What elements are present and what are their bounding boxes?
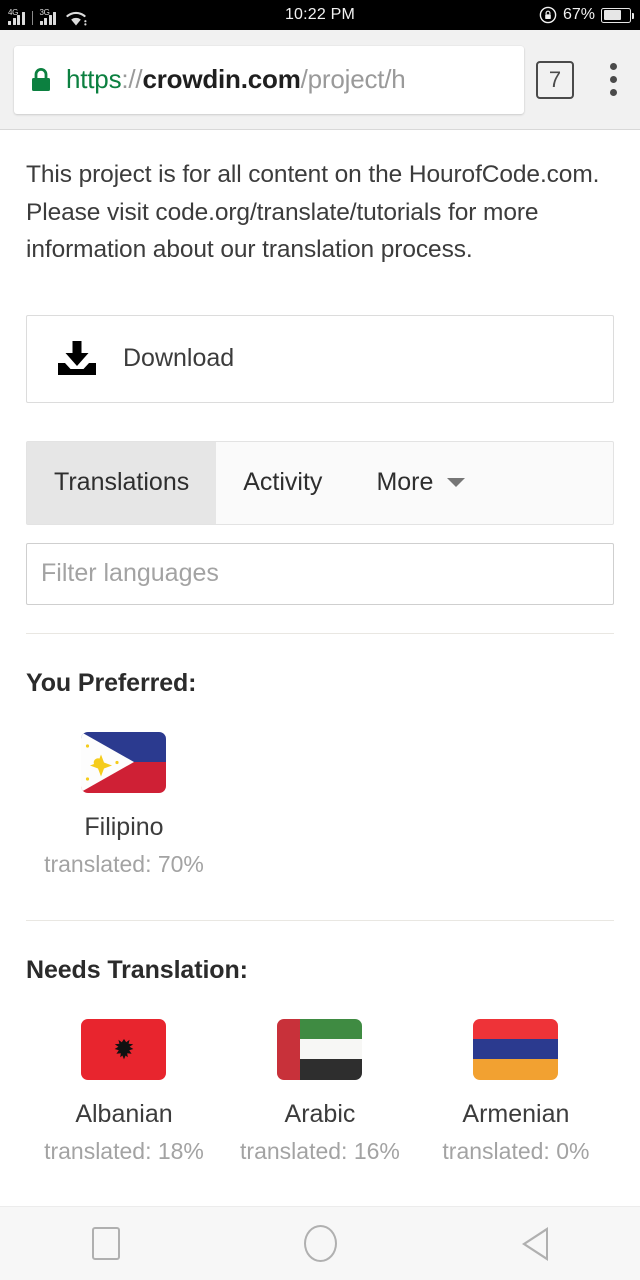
page-content: This project is for all content on the H… [0, 156, 640, 1165]
status-bar: 4G 3G 10:22 PM 67% [0, 0, 640, 30]
divider-after-preferred [26, 919, 614, 921]
albania-flag-icon [81, 1018, 167, 1080]
language-progress: translated: 0% [442, 1137, 590, 1164]
download-icon [55, 339, 99, 379]
needs-translation-grid: Albanian translated: 18% Arabic translat… [26, 1018, 614, 1165]
tab-activity[interactable]: Activity [216, 442, 349, 524]
filter-languages-input[interactable] [41, 559, 599, 588]
armenia-flag-icon [473, 1018, 559, 1080]
filter-languages-field[interactable] [26, 542, 614, 605]
preferred-empty-cell-2 [418, 732, 614, 878]
circle-home-icon[interactable] [304, 1225, 338, 1262]
browser-toolbar: https://crowdin.com/project/h 7 [0, 30, 640, 130]
tab-more-label: More [376, 468, 434, 496]
language-card-albanian[interactable]: Albanian translated: 18% [26, 1018, 222, 1165]
battery-icon [601, 7, 634, 23]
url-bar[interactable]: https://crowdin.com/project/h [14, 45, 524, 114]
preferred-empty-cell-1 [222, 732, 418, 878]
tab-more[interactable]: More [349, 442, 492, 524]
language-card-filipino[interactable]: Filipino translated: 70% [26, 731, 222, 878]
needs-translation-title: Needs Translation: [26, 955, 248, 984]
url-text: https://crowdin.com/project/h [66, 64, 406, 95]
language-name: Albanian [75, 1099, 173, 1128]
language-name: Filipino [84, 812, 164, 841]
language-progress: translated: 70% [44, 850, 204, 877]
divider-after-filter [26, 632, 614, 634]
tab-activity-label: Activity [243, 468, 323, 496]
download-button[interactable]: Download [26, 314, 614, 403]
phone-screen: 4G 3G 10:22 PM 67% https://crowdin.com/p… [0, 0, 640, 1280]
description-line-3: information about our translation proces… [26, 236, 473, 263]
url-host: crowdin.com [142, 64, 301, 94]
description-line-1: This project is for all content on the H… [26, 161, 600, 188]
tab-translations[interactable]: Translations [27, 441, 217, 524]
url-separator: :// [121, 64, 143, 94]
url-path: /project/h [300, 64, 406, 94]
you-preferred-title: You Preferred: [26, 668, 197, 697]
uae-flag-icon [277, 1018, 363, 1080]
tab-counter-button[interactable]: 7 [536, 60, 574, 99]
url-scheme: https [66, 64, 122, 94]
language-progress: translated: 18% [44, 1137, 204, 1164]
section-tabs: Translations Activity More [26, 440, 614, 525]
language-name: Arabic [284, 1099, 356, 1128]
lock-icon [30, 67, 52, 93]
status-bar-clock: 10:22 PM [284, 6, 356, 23]
tab-translations-label: Translations [54, 468, 190, 496]
square-recents-icon[interactable] [92, 1227, 121, 1260]
download-label: Download [123, 344, 235, 372]
preferred-language-grid: Filipino translated: 70% [26, 731, 614, 878]
android-navigation-bar [0, 1206, 640, 1280]
language-card-arabic[interactable]: Arabic translated: 16% [222, 1018, 418, 1165]
philippines-flag-icon [81, 731, 167, 793]
kebab-menu-icon[interactable] [596, 63, 630, 96]
project-description: This project is for all content on the H… [26, 156, 614, 269]
chevron-down-icon [447, 478, 466, 487]
language-name: Armenian [462, 1099, 570, 1128]
description-line-2: Please visit code.org/translate/tutorial… [26, 198, 539, 226]
language-card-armenian[interactable]: Armenian translated: 0% [418, 1018, 614, 1165]
language-progress: translated: 16% [240, 1137, 400, 1164]
triangle-back-icon[interactable] [521, 1226, 548, 1261]
